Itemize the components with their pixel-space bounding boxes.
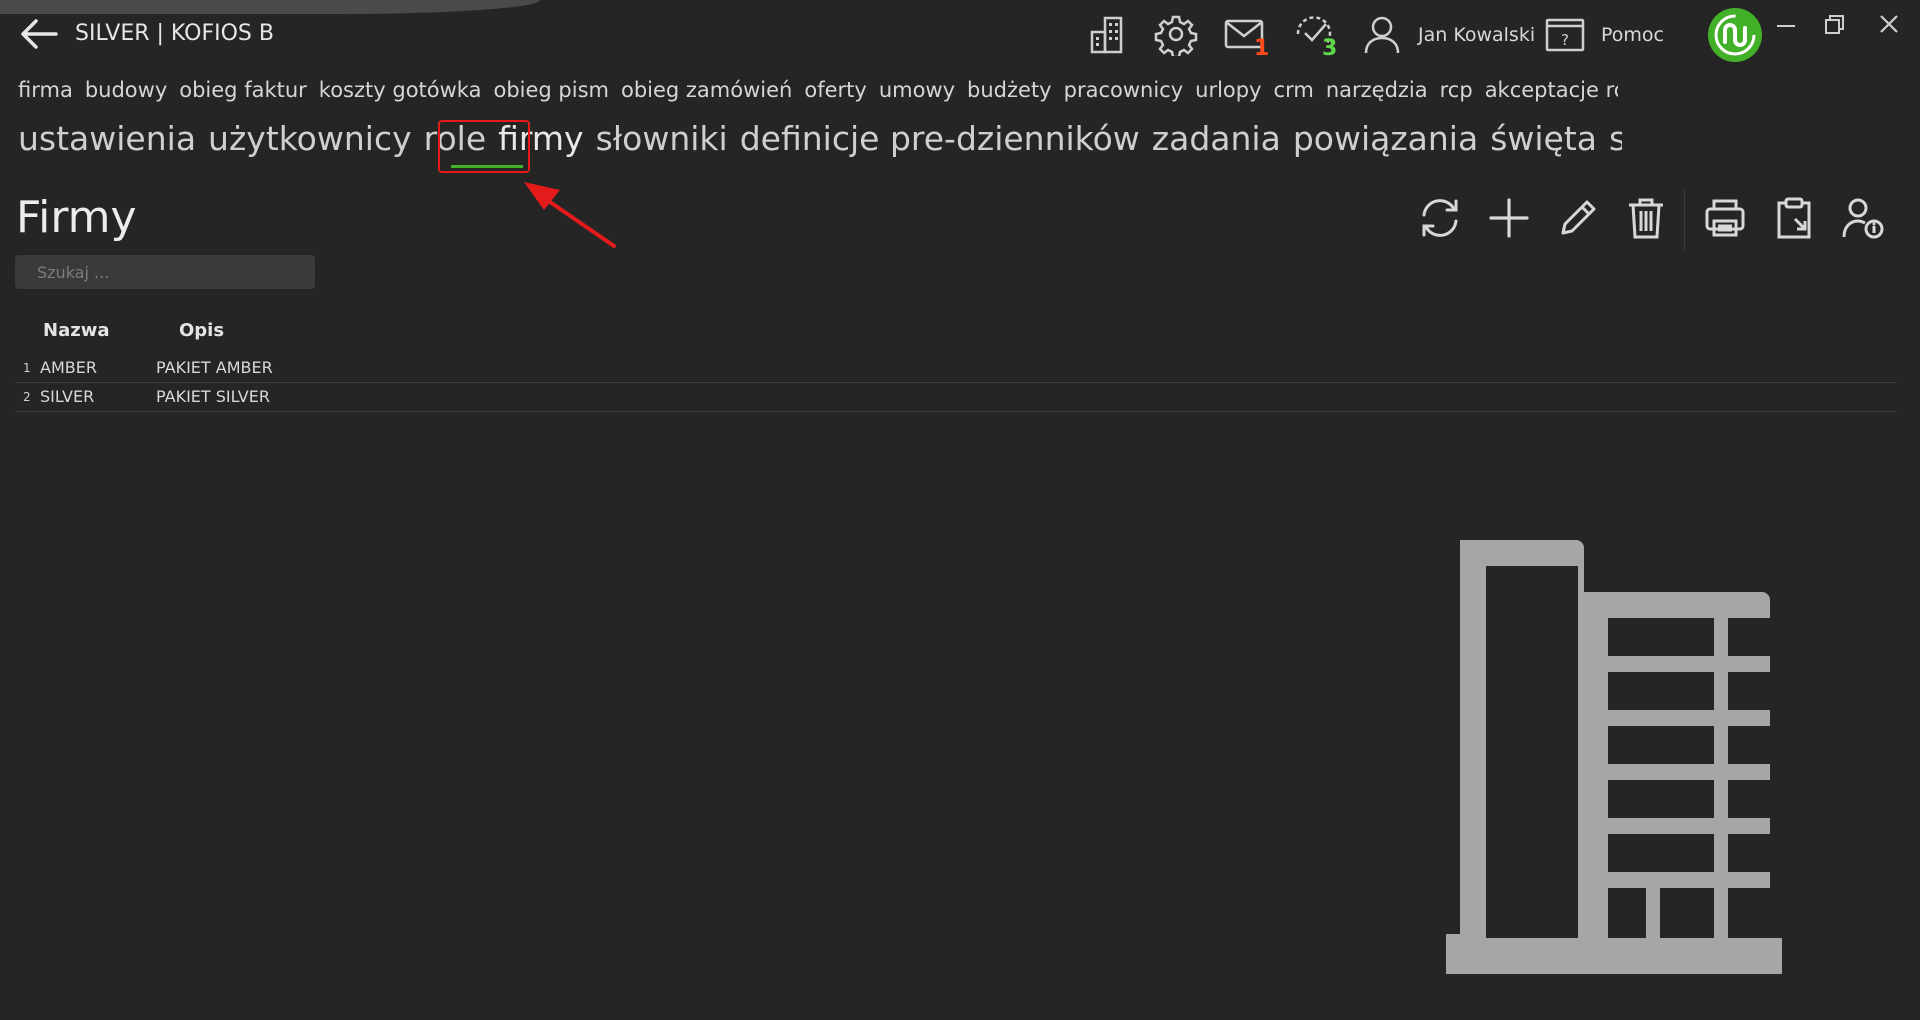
- settings-gear-icon[interactable]: [1154, 12, 1198, 56]
- large-building-icon: [1446, 540, 1834, 974]
- user-info-icon[interactable]: [1838, 193, 1888, 243]
- column-header-nazwa[interactable]: Nazwa: [43, 320, 109, 341]
- print-icon[interactable]: [1700, 193, 1750, 243]
- building-icon[interactable]: [1086, 12, 1130, 56]
- close-icon[interactable]: [1871, 10, 1907, 40]
- main-menu-item-obieg-zamowien[interactable]: obieg zamówień: [621, 78, 792, 102]
- app-logo: [1708, 8, 1762, 62]
- sub-menu-item-uzytkownicy[interactable]: użytkownicy: [208, 119, 412, 158]
- mail-count-badge: 1: [1254, 36, 1270, 61]
- delete-trash-icon[interactable]: [1621, 193, 1671, 243]
- main-menu-item-pracownicy[interactable]: pracownicy: [1064, 78, 1184, 102]
- help-label[interactable]: Pomoc: [1601, 24, 1664, 46]
- cell-opis: PAKIET SILVER: [156, 387, 270, 406]
- sub-menu-item-zadania[interactable]: zadania: [1152, 119, 1281, 158]
- help-window-icon[interactable]: ?: [1543, 12, 1587, 56]
- sub-menu: ustawienia użytkownicy role firmy słowniki de…: [18, 119, 1622, 158]
- cell-opis: PAKIET AMBER: [156, 358, 273, 377]
- add-icon[interactable]: [1484, 193, 1534, 243]
- main-menu-item-crm[interactable]: crm: [1274, 78, 1314, 102]
- restore-icon[interactable]: [1816, 10, 1852, 40]
- row-number: 1: [23, 361, 31, 375]
- sub-menu-item-slowniki[interactable]: słowniki: [596, 119, 728, 158]
- window-top-shadow: [0, 0, 540, 14]
- main-menu-item-rcp[interactable]: rcp: [1440, 78, 1473, 102]
- search-input[interactable]: [15, 255, 315, 289]
- logo-symbol-icon: [1714, 14, 1756, 56]
- main-menu-item-koszty-gotowka[interactable]: koszty gotówka: [319, 78, 482, 102]
- sub-menu-item-definicje-pre-dziennikow[interactable]: definicje pre-dzienników: [740, 119, 1140, 158]
- sub-menu-item-ustawienia[interactable]: ustawienia: [18, 119, 196, 158]
- main-menu-item-narzedzia[interactable]: narzędzia: [1326, 78, 1428, 102]
- main-menu-item-budowy[interactable]: budowy: [85, 78, 167, 102]
- annotation-arrow-icon: [524, 182, 616, 248]
- cell-nazwa: AMBER: [40, 358, 97, 377]
- sub-menu-item-powiazania[interactable]: powiązania: [1293, 119, 1478, 158]
- svg-text:?: ?: [1561, 31, 1569, 49]
- page-title: Firmy: [16, 192, 137, 243]
- clipboard-export-icon[interactable]: [1769, 193, 1819, 243]
- main-menu-item-obieg-faktur[interactable]: obieg faktur: [179, 78, 307, 102]
- toolbar-separator: [1684, 190, 1685, 250]
- user-avatar-icon[interactable]: [1360, 12, 1404, 56]
- row-number: 2: [23, 390, 31, 404]
- main-menu-item-firma[interactable]: firma: [18, 78, 73, 102]
- highlight-box: [438, 120, 530, 173]
- app-title: SILVER | KOFIOS B: [75, 21, 274, 46]
- sub-menu-item-schematy[interactable]: schematy a: [1609, 119, 1622, 158]
- cell-nazwa: SILVER: [40, 387, 95, 406]
- main-menu-item-akceptacje-rob[interactable]: akceptacje rob: [1485, 78, 1618, 102]
- table-row[interactable]: 2 SILVER PAKIET SILVER: [15, 383, 1897, 412]
- refresh-icon[interactable]: [1415, 193, 1465, 243]
- edit-pencil-icon[interactable]: [1553, 193, 1603, 243]
- main-menu-item-obieg-pism[interactable]: obieg pism: [493, 78, 609, 102]
- main-menu-item-umowy[interactable]: umowy: [879, 78, 955, 102]
- main-menu-item-budzety[interactable]: budżety: [967, 78, 1052, 102]
- main-menu-item-oferty[interactable]: oferty: [804, 78, 866, 102]
- user-name[interactable]: Jan Kowalski: [1418, 24, 1535, 46]
- minimize-icon[interactable]: [1768, 10, 1804, 40]
- main-menu: firma budowy obieg faktur koszty gotówka obi…: [18, 78, 1618, 102]
- main-menu-item-urlopy[interactable]: urlopy: [1195, 78, 1261, 102]
- sub-menu-item-swieta[interactable]: święta: [1490, 119, 1597, 158]
- table-row[interactable]: 1 AMBER PAKIET AMBER: [15, 354, 1897, 383]
- column-header-opis[interactable]: Opis: [179, 320, 224, 341]
- back-arrow-icon[interactable]: [18, 16, 60, 52]
- tasks-count-badge: 3: [1322, 36, 1338, 61]
